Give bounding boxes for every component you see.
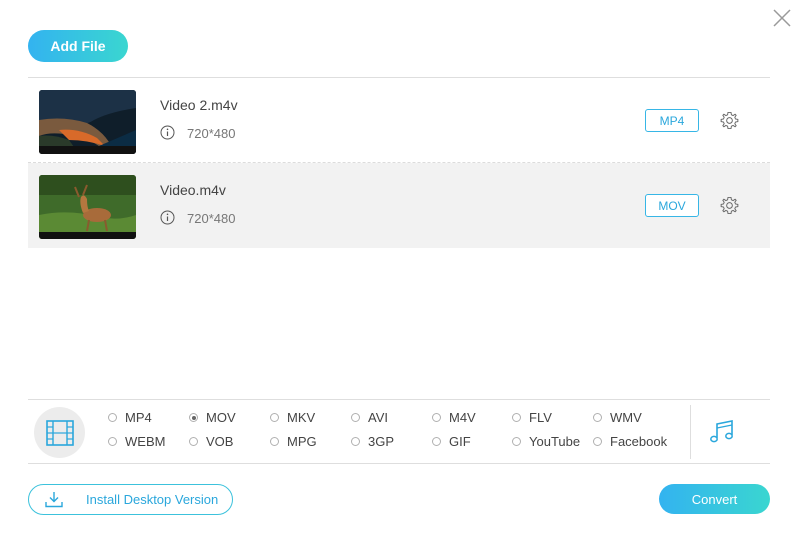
radio-button[interactable] [270, 437, 279, 446]
install-label: Install Desktop Version [86, 492, 219, 507]
format-option-vob[interactable]: VOB [189, 434, 233, 449]
radio-button[interactable] [351, 437, 360, 446]
film-strip-icon [45, 419, 74, 446]
format-option-youtube[interactable]: YouTube [512, 434, 580, 449]
format-label: 3GP [368, 434, 395, 449]
file-name: Video 2.m4v [160, 97, 238, 113]
format-label: AVI [368, 410, 388, 425]
video-format-tab[interactable] [34, 407, 85, 458]
format-label: WEBM [125, 434, 166, 449]
close-button[interactable] [770, 6, 794, 30]
format-option-gif[interactable]: GIF [432, 434, 471, 449]
video-thumbnail [39, 175, 136, 239]
format-label: WMV [610, 410, 642, 425]
gear-icon[interactable] [720, 196, 739, 215]
divider [690, 405, 691, 459]
gear-icon[interactable] [720, 111, 739, 130]
radio-button[interactable] [189, 413, 198, 422]
format-option-mp4[interactable]: MP4 [108, 410, 152, 425]
format-label: VOB [206, 434, 234, 449]
format-label: MP4 [125, 410, 152, 425]
radio-button[interactable] [108, 413, 117, 422]
video-thumbnail [39, 90, 136, 154]
radio-button[interactable] [189, 437, 198, 446]
format-label: M4V [449, 410, 476, 425]
output-format-button[interactable]: MOV [645, 194, 699, 217]
radio-button[interactable] [351, 413, 360, 422]
install-desktop-button[interactable]: Install Desktop Version [28, 484, 233, 515]
file-list: Video 2.m4v 720*480 MP4 Video.m4v 720*48… [28, 78, 770, 248]
format-option-facebook[interactable]: Facebook [593, 434, 667, 449]
close-icon [773, 9, 791, 27]
format-option-mkv[interactable]: MKV [270, 410, 315, 425]
music-note-icon [710, 420, 733, 443]
file-resolution: 720*480 [187, 126, 236, 141]
format-label: FLV [529, 410, 552, 425]
format-label: MPG [287, 434, 317, 449]
radio-button[interactable] [593, 413, 602, 422]
format-option-webm[interactable]: WEBM [108, 434, 165, 449]
divider [28, 399, 770, 400]
file-resolution: 720*480 [187, 211, 236, 226]
file-row[interactable]: Video 2.m4v 720*480 MP4 [28, 78, 770, 163]
format-option-wmv[interactable]: WMV [593, 410, 642, 425]
download-icon [45, 492, 63, 508]
format-label: YouTube [529, 434, 581, 449]
file-row[interactable]: Video.m4v 720*480 MOV [28, 163, 770, 248]
radio-button[interactable] [432, 437, 441, 446]
format-label: MKV [287, 410, 316, 425]
output-format-button[interactable]: MP4 [645, 109, 699, 132]
add-file-button[interactable]: Add File [28, 30, 128, 62]
radio-button[interactable] [593, 437, 602, 446]
format-option-3gp[interactable]: 3GP [351, 434, 394, 449]
convert-button[interactable]: Convert [659, 484, 770, 514]
radio-button[interactable] [512, 413, 521, 422]
info-icon[interactable] [160, 210, 175, 225]
format-option-flv[interactable]: FLV [512, 410, 552, 425]
radio-button[interactable] [512, 437, 521, 446]
audio-format-tab[interactable] [708, 418, 736, 446]
format-option-avi[interactable]: AVI [351, 410, 388, 425]
format-option-mpg[interactable]: MPG [270, 434, 317, 449]
divider [28, 463, 770, 464]
format-option-m4v[interactable]: M4V [432, 410, 476, 425]
radio-button[interactable] [432, 413, 441, 422]
file-name: Video.m4v [160, 182, 226, 198]
format-label: Facebook [610, 434, 668, 449]
format-label: MOV [206, 410, 236, 425]
format-option-mov[interactable]: MOV [189, 410, 236, 425]
radio-button[interactable] [270, 413, 279, 422]
info-icon[interactable] [160, 125, 175, 140]
radio-button[interactable] [108, 437, 117, 446]
format-label: GIF [449, 434, 471, 449]
